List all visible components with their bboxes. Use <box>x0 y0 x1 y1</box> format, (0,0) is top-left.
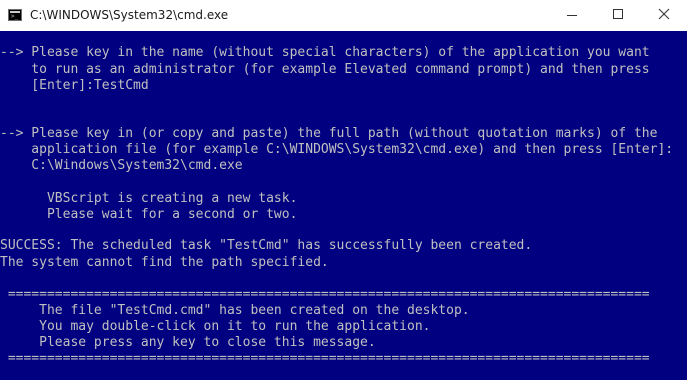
console-line: VBScript is creating a new task. <box>0 191 298 206</box>
console-line: to run as an administrator (for example … <box>0 62 650 77</box>
console-line: You may double-click on it to run the ap… <box>0 319 431 334</box>
console-line: --> Please key in the name (without spec… <box>0 45 650 60</box>
console-line: The file "TestCmd.cmd" has been created … <box>0 303 470 318</box>
console-line: Please press any key to close this messa… <box>0 335 376 350</box>
title-bar[interactable]: >_ C:\WINDOWS\System32\cmd.exe <box>0 0 687 31</box>
console-line: C:\Windows\System32\cmd.exe <box>0 158 243 173</box>
console-line: application file (for example C:\WINDOWS… <box>0 142 674 157</box>
console-line: [Enter]:TestCmd <box>0 78 149 93</box>
separator-line: ========================================… <box>0 287 650 302</box>
cmd-console-icon[interactable]: >_ <box>8 9 22 21</box>
prompt-mark-icon: >_ <box>11 13 19 20</box>
close-button[interactable] <box>641 0 687 31</box>
console-line: SUCCESS: The scheduled task "TestCmd" ha… <box>0 238 533 253</box>
maximize-button[interactable] <box>595 0 641 31</box>
minimize-button[interactable] <box>549 0 595 31</box>
window-title: C:\WINDOWS\System32\cmd.exe <box>30 8 229 22</box>
cmd-window: >_ C:\WINDOWS\System32\cmd.exe --> Pleas… <box>0 0 687 380</box>
maximize-icon <box>613 9 623 19</box>
close-icon <box>658 8 670 20</box>
console-line: --> Please key in (or copy and paste) th… <box>0 126 658 141</box>
console-line: Please wait for a second or two. <box>0 207 298 222</box>
console-line: The system cannot find the path specifie… <box>0 255 329 270</box>
console-output[interactable]: --> Please key in the name (without spec… <box>0 31 687 380</box>
minimize-icon <box>567 15 577 16</box>
separator-line: ========================================… <box>0 351 650 366</box>
